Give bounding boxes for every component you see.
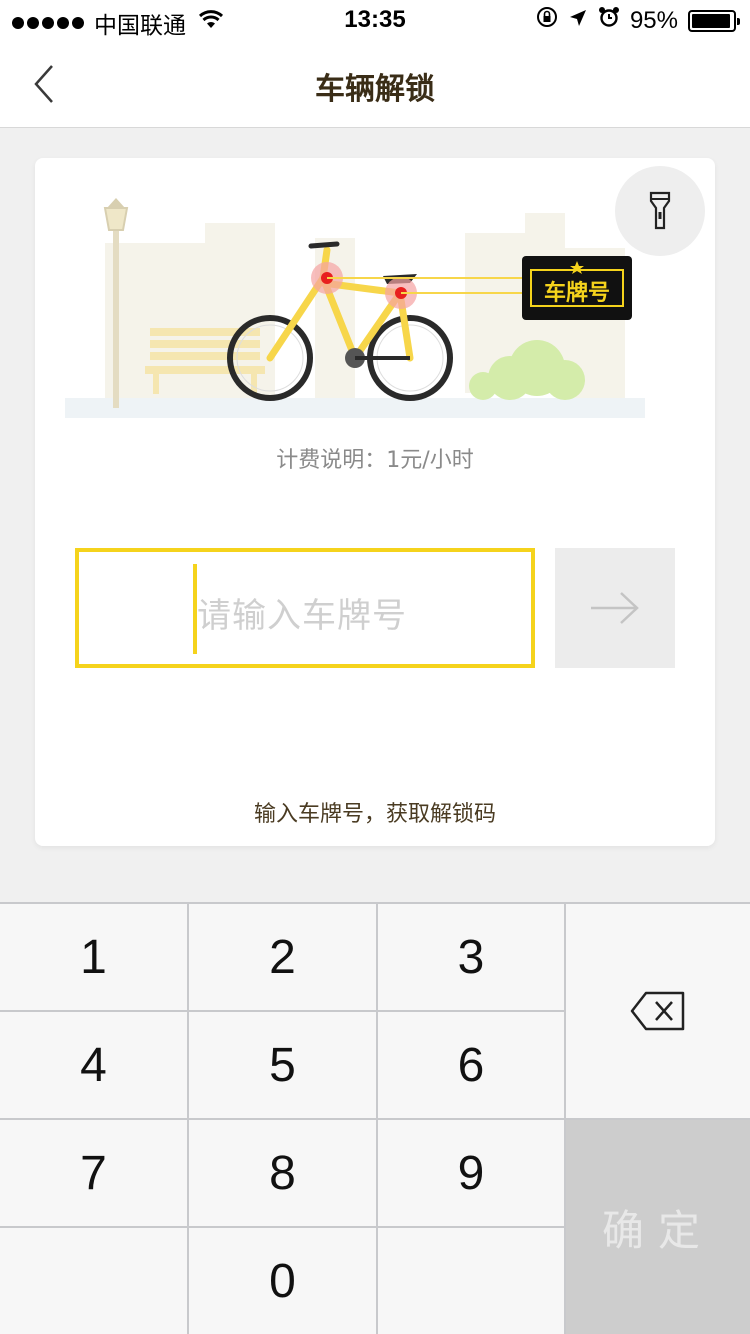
billing-info: 计费说明：1元/小时 [276, 448, 474, 473]
unlock-card: 车牌号 计费说明：1元/小时 请输入车牌号 输入车牌号，获取解锁码 [35, 158, 715, 846]
key-8[interactable]: 8 [189, 1120, 376, 1226]
key-1[interactable]: 1 [0, 904, 187, 1010]
plate-sign-label: 车牌号 [544, 280, 610, 306]
plate-number-input[interactable]: 请输入车牌号 [75, 548, 535, 668]
bike-illustration: 车牌号 [65, 198, 645, 418]
arrow-right-icon [591, 592, 639, 624]
key-0[interactable]: 0 [189, 1228, 376, 1334]
key-9[interactable]: 9 [378, 1120, 564, 1226]
confirm-button[interactable]: 确定 [566, 1120, 750, 1334]
delete-key[interactable] [566, 904, 750, 1118]
alarm-icon [598, 6, 620, 35]
battery-icon [688, 9, 740, 32]
key-5[interactable]: 5 [189, 1012, 376, 1118]
submit-arrow-button[interactable] [555, 548, 675, 668]
rotation-lock-icon [536, 6, 558, 35]
battery-percent: 95% [629, 6, 678, 34]
plate-input-placeholder: 请输入车牌号 [197, 596, 407, 636]
key-2[interactable]: 2 [189, 904, 376, 1010]
page-title: 车辆解锁 [315, 72, 435, 107]
key-6[interactable]: 6 [378, 1012, 564, 1118]
key-3[interactable]: 3 [378, 904, 564, 1010]
battery-fill [692, 13, 730, 28]
unlock-hint: 输入车牌号，获取解锁码 [253, 802, 496, 827]
key-blank-right [378, 1228, 564, 1334]
key-4[interactable]: 4 [0, 1012, 187, 1118]
numeric-keypad: 1 2 3 4 5 6 7 8 9 0 确定 [0, 902, 750, 1334]
nav-bar: 车辆解锁 [0, 40, 750, 128]
location-icon [568, 7, 588, 35]
key-7[interactable]: 7 [0, 1120, 187, 1226]
flashlight-icon [649, 191, 671, 230]
status-bar: 中国联通 13:35 95% [0, 0, 750, 40]
backspace-icon [630, 991, 685, 1031]
key-blank-left [0, 1228, 187, 1334]
status-right: 95% [536, 6, 740, 35]
